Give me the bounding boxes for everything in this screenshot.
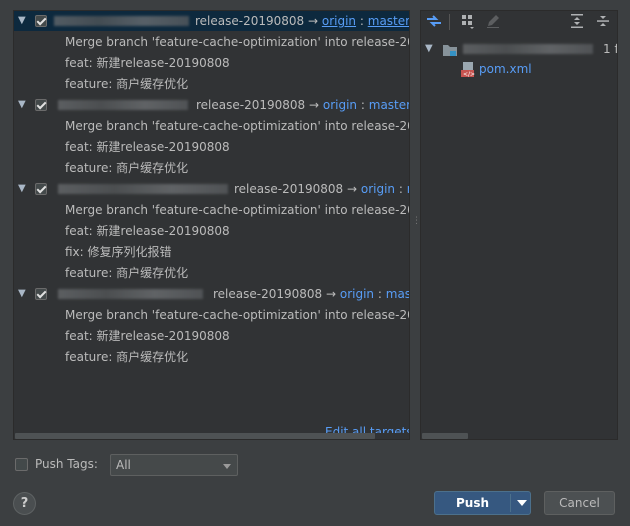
source-branch: release-20190808 → xyxy=(196,98,320,112)
repo-checkbox[interactable] xyxy=(35,15,47,27)
edit-icon xyxy=(484,12,502,30)
cancel-button[interactable]: Cancel xyxy=(544,491,615,515)
group-by-icon[interactable] xyxy=(459,12,477,30)
repo-row[interactable]: ▼ release-20190808 → origin : master xyxy=(14,11,409,31)
module-folder-icon xyxy=(442,43,458,63)
horizontal-scrollbar[interactable] xyxy=(421,433,617,439)
repo-row[interactable]: ▼ release-20190808 → origin : m xyxy=(14,179,409,199)
separator: : xyxy=(360,98,365,112)
repo-row[interactable]: ▼ release-20190808 → origin : master xyxy=(14,95,409,115)
repo-checkbox[interactable] xyxy=(35,99,47,111)
commit-row[interactable]: Merge branch 'feature-cache-optimization… xyxy=(65,305,409,325)
push-tags-checkbox[interactable] xyxy=(15,458,28,471)
separator: : xyxy=(377,287,382,301)
push-tags-label[interactable]: Push Tags: xyxy=(35,457,98,471)
separator: : xyxy=(359,14,364,28)
target-branch-link[interactable]: master xyxy=(369,98,409,112)
push-spec: release-20190808 → origin : m xyxy=(234,179,409,199)
target-branch-link[interactable]: maste xyxy=(386,287,409,301)
horizontal-scrollbar[interactable] xyxy=(14,433,409,439)
svg-text:</>: </> xyxy=(463,71,475,77)
module-name-redacted xyxy=(463,44,593,54)
commit-row[interactable]: Merge branch 'feature-cache-optimization… xyxy=(65,200,409,220)
commit-row[interactable]: feat: 新建release-20190808 xyxy=(65,326,230,346)
target-branch-link[interactable]: m xyxy=(407,182,409,196)
remote-link[interactable]: origin xyxy=(323,98,357,112)
source-branch: release-20190808 → xyxy=(234,182,358,196)
push-button-label: Push xyxy=(455,496,490,510)
push-spec: release-20190808 → origin : master xyxy=(196,95,409,115)
source-branch: release-20190808 → xyxy=(213,287,337,301)
maven-file-icon: </> xyxy=(461,62,475,83)
repo-name-redacted xyxy=(58,100,188,110)
commit-row[interactable]: feat: 新建release-20190808 xyxy=(65,53,230,73)
commit-row[interactable]: feature: 商户缓存优化 xyxy=(65,74,188,94)
repo-name-redacted xyxy=(54,16,189,26)
commit-row[interactable]: Merge branch 'feature-cache-optimization… xyxy=(65,116,409,136)
remote-link[interactable]: origin xyxy=(361,182,395,196)
commits-tree[interactable]: ▼ release-20190808 → origin : master Mer… xyxy=(13,10,410,440)
commit-row[interactable]: Merge branch 'feature-cache-optimization… xyxy=(65,32,409,52)
remote-link[interactable]: origin xyxy=(322,14,356,28)
commit-row[interactable]: feature: 商户缓存优化 xyxy=(65,158,188,178)
push-button[interactable]: Push xyxy=(434,491,531,515)
collapse-triangle-icon[interactable]: ▼ xyxy=(18,95,30,115)
show-diff-icon[interactable] xyxy=(425,12,443,30)
scrollbar-thumb[interactable] xyxy=(15,433,375,439)
chevron-down-icon xyxy=(223,464,231,469)
push-tags-selected-value: All xyxy=(116,458,131,472)
changed-files-root[interactable]: ▼ 1 fi xyxy=(425,39,618,59)
help-button[interactable]: ? xyxy=(13,492,36,515)
scrollbar-thumb[interactable] xyxy=(422,433,468,439)
repo-row[interactable]: ▼ release-20190808 → origin : maste xyxy=(14,284,409,304)
source-branch: release-20190808 → xyxy=(195,14,319,28)
repo-checkbox[interactable] xyxy=(35,183,47,195)
commit-row[interactable]: feature: 商户缓存优化 xyxy=(65,263,188,283)
commit-row[interactable]: feat: 新建release-20190808 xyxy=(65,137,230,157)
separator: : xyxy=(398,182,403,196)
repo-name-redacted xyxy=(58,184,228,194)
button-separator xyxy=(510,494,511,512)
changed-files-panel[interactable]: ▼ 1 fi </> pom.xml xyxy=(420,10,618,440)
push-tags-select[interactable]: All xyxy=(110,454,238,476)
repo-name-redacted xyxy=(58,289,203,299)
remote-link[interactable]: origin xyxy=(340,287,374,301)
commit-row[interactable]: fix: 修复序列化报错 xyxy=(65,242,172,262)
file-name: pom.xml xyxy=(479,62,532,76)
repo-checkbox[interactable] xyxy=(35,288,47,300)
collapse-triangle-icon[interactable]: ▼ xyxy=(18,11,30,31)
toolbar-separator xyxy=(449,14,450,30)
collapse-triangle-icon[interactable]: ▼ xyxy=(18,284,30,304)
collapse-triangle-icon[interactable]: ▼ xyxy=(18,179,30,199)
collapse-all-icon[interactable] xyxy=(594,12,612,30)
push-options-dropdown-icon[interactable] xyxy=(517,500,527,506)
commit-row[interactable]: feat: 新建release-20190808 xyxy=(65,221,230,241)
push-spec: release-20190808 → origin : maste xyxy=(213,284,409,304)
target-branch-link[interactable]: master xyxy=(368,14,409,28)
splitter-handle[interactable]: ⋮ xyxy=(412,217,421,233)
push-spec: release-20190808 → origin : master xyxy=(195,11,409,31)
file-count: 1 fi xyxy=(603,42,618,56)
collapse-triangle-icon[interactable]: ▼ xyxy=(425,39,433,59)
expand-all-icon[interactable] xyxy=(568,12,586,30)
commit-row[interactable]: feature: 商户缓存优化 xyxy=(65,347,188,367)
